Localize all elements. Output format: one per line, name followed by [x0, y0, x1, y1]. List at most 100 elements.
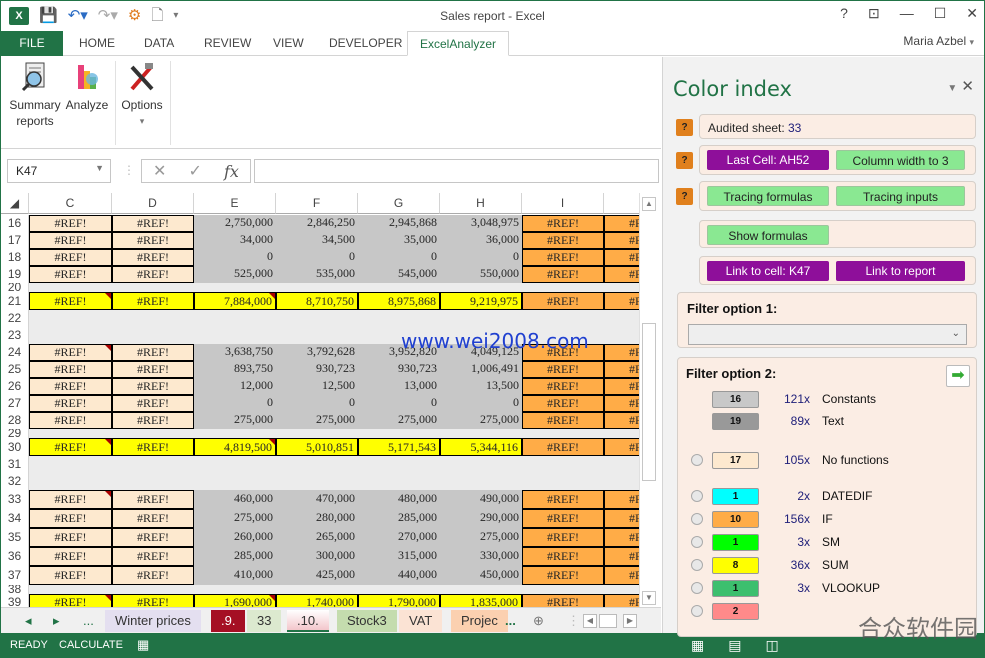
tab-view[interactable]: VIEW — [261, 31, 316, 56]
cell[interactable]: #REF! — [29, 215, 112, 232]
cell[interactable]: 12,500 — [276, 378, 358, 395]
empty-row[interactable] — [29, 310, 639, 327]
cell[interactable]: #REF! — [604, 361, 639, 378]
cell[interactable]: #REF! — [522, 438, 604, 456]
color-swatch[interactable]: 19 — [712, 413, 759, 430]
cell[interactable]: #REF! — [112, 266, 194, 283]
hscroll-thumb[interactable] — [599, 614, 617, 628]
cell[interactable]: 280,000 — [276, 509, 358, 528]
formula-input[interactable] — [254, 159, 659, 183]
cell[interactable]: #REF! — [112, 292, 194, 310]
cell[interactable]: 330,000 — [440, 547, 522, 566]
cell[interactable]: 34,000 — [194, 232, 276, 249]
row-header[interactable]: 19 — [1, 266, 29, 283]
sheet-prev-icon[interactable]: ◂ — [15, 610, 42, 632]
cell[interactable]: #REF! — [522, 547, 604, 566]
filter-radio[interactable] — [691, 605, 703, 617]
cell[interactable]: #REF! — [604, 378, 639, 395]
column-header[interactable]: I — [522, 193, 604, 214]
sheet-tab[interactable]: .9. — [211, 610, 246, 632]
cell[interactable]: 34,500 — [276, 232, 358, 249]
help-button[interactable]: ? — [676, 188, 693, 205]
enter-check-icon[interactable]: ✓ — [189, 161, 202, 181]
cell[interactable]: 0 — [358, 395, 440, 412]
row-header[interactable]: 33 — [1, 490, 29, 509]
row-header[interactable]: 34 — [1, 509, 29, 528]
cell[interactable]: 13,000 — [358, 378, 440, 395]
cell[interactable]: #REF! — [29, 594, 112, 607]
cell[interactable]: 490,000 — [440, 490, 522, 509]
cell[interactable]: 270,000 — [358, 528, 440, 547]
row-header[interactable]: 24 — [1, 344, 29, 361]
row-header[interactable]: 36 — [1, 547, 29, 566]
row-header[interactable]: 30 — [1, 438, 29, 456]
tab-data[interactable]: DATA — [132, 31, 186, 56]
sheet-tab[interactable]: Stock3 — [337, 610, 397, 632]
cell[interactable]: #REF! — [522, 528, 604, 547]
cell[interactable]: 0 — [276, 395, 358, 412]
sheet-next-icon[interactable]: ▸ — [43, 610, 70, 632]
sheet-tab[interactable]: 33 — [247, 610, 282, 632]
hscroll-right-icon[interactable]: ▶ — [623, 614, 637, 628]
last-cell-button[interactable]: Last Cell: AH52 — [707, 150, 829, 170]
name-box[interactable]: K47 ▼ — [7, 159, 111, 183]
cell[interactable]: #REF! — [522, 249, 604, 266]
color-swatch[interactable]: 2 — [712, 603, 759, 620]
cell[interactable]: #REF! — [604, 547, 639, 566]
scroll-down-icon[interactable]: ▼ — [642, 591, 656, 605]
cell[interactable]: #REF! — [604, 266, 639, 283]
cell[interactable]: 4,819,500 — [194, 438, 276, 456]
cell[interactable]: #REF! — [604, 292, 639, 310]
empty-row[interactable] — [29, 585, 639, 594]
page-layout-icon[interactable]: ▤ — [728, 637, 741, 654]
cell[interactable]: 3,792,628 — [276, 344, 358, 361]
sheet-more-right[interactable]: ... — [495, 610, 526, 632]
row-header[interactable]: 23 — [1, 327, 29, 344]
cell[interactable]: 13,500 — [440, 378, 522, 395]
row-header[interactable]: 16 — [1, 215, 29, 232]
scroll-thumb[interactable] — [642, 323, 656, 481]
cell[interactable]: #REF! — [522, 378, 604, 395]
show-formulas-button[interactable]: Show formulas — [707, 225, 829, 245]
row-header[interactable]: 28 — [1, 412, 29, 429]
empty-row[interactable] — [29, 473, 639, 490]
cell[interactable]: 260,000 — [194, 528, 276, 547]
cell[interactable]: 12,000 — [194, 378, 276, 395]
cell[interactable]: 7,884,000 — [194, 292, 276, 310]
cell[interactable]: #REF! — [112, 490, 194, 509]
cell[interactable]: 8,710,750 — [276, 292, 358, 310]
color-swatch[interactable]: 1 — [712, 580, 759, 597]
cell[interactable]: #REF! — [112, 232, 194, 249]
row-header[interactable]: 29 — [1, 429, 29, 438]
cell[interactable]: 5,010,851 — [276, 438, 358, 456]
row-header[interactable]: 39 — [1, 594, 29, 607]
filter-radio[interactable] — [691, 536, 703, 548]
cell[interactable]: 275,000 — [440, 528, 522, 547]
cell[interactable]: 545,000 — [358, 266, 440, 283]
filter-radio[interactable] — [691, 582, 703, 594]
cell[interactable]: #REF! — [29, 395, 112, 412]
column-header[interactable]: C — [29, 193, 112, 214]
row-header[interactable]: 18 — [1, 249, 29, 266]
vertical-scrollbar[interactable]: ▲ ▼ — [639, 193, 657, 607]
cell[interactable]: 0 — [358, 249, 440, 266]
cell[interactable]: 5,171,543 — [358, 438, 440, 456]
tab-excelanalyzer[interactable]: ExcelAnalyzer — [407, 31, 510, 56]
column-header[interactable]: G — [358, 193, 440, 214]
cell[interactable]: 1,835,000 — [440, 594, 522, 607]
filter-radio[interactable] — [691, 490, 703, 502]
cell[interactable]: #REF! — [112, 566, 194, 585]
macro-record-icon[interactable]: ▦ — [137, 637, 149, 653]
cell[interactable]: #REF! — [604, 594, 639, 607]
cell[interactable]: #REF! — [522, 266, 604, 283]
cell[interactable]: #REF! — [604, 438, 639, 456]
column-header[interactable]: F — [276, 193, 358, 214]
cell[interactable]: 0 — [440, 395, 522, 412]
cell[interactable]: 36,000 — [440, 232, 522, 249]
maximize-icon[interactable]: ☐ — [934, 5, 947, 22]
cell[interactable]: 0 — [440, 249, 522, 266]
filter-option-1-select[interactable]: ⌄ — [688, 324, 967, 345]
color-swatch[interactable]: 17 — [712, 452, 759, 469]
cell[interactable]: 2,945,868 — [358, 215, 440, 232]
color-swatch[interactable]: 1 — [712, 488, 759, 505]
